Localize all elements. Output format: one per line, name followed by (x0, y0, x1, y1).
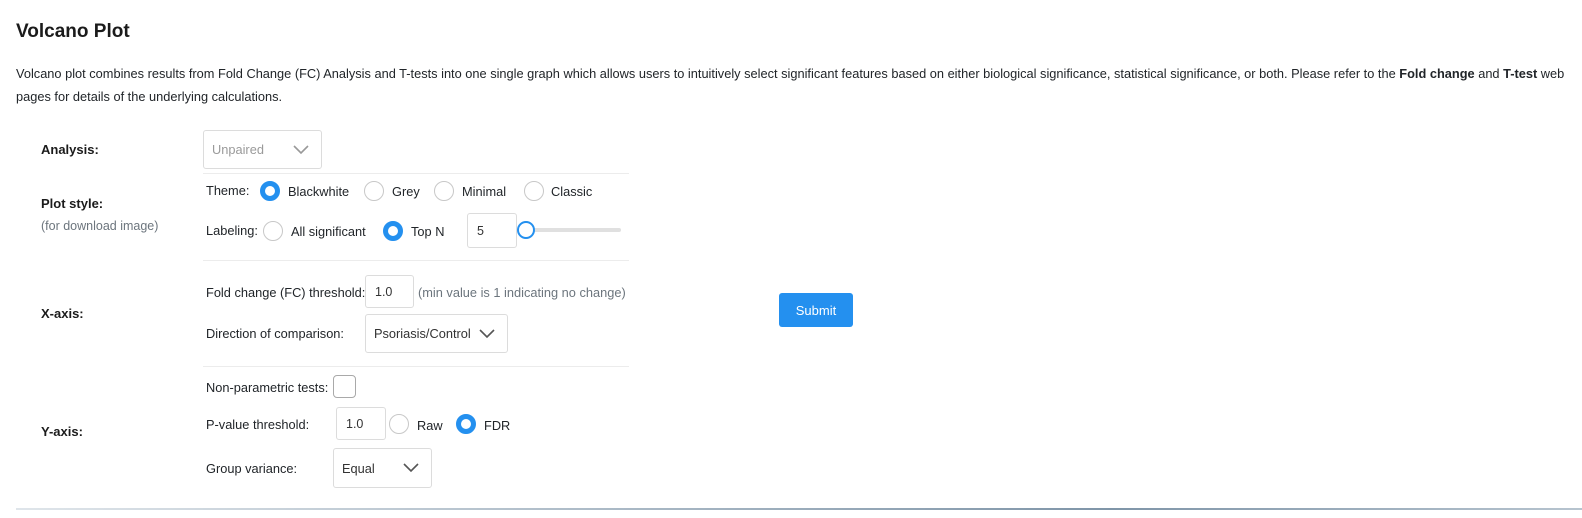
divider (203, 173, 629, 174)
theme-classic-label: Classic (551, 184, 593, 199)
theme-minimal-radio[interactable] (434, 181, 454, 201)
direction-value: Psoriasis/Control (374, 326, 471, 341)
plot-style-label: Plot style: (41, 196, 104, 211)
pvalue-input[interactable]: 1.0 (336, 407, 386, 440)
plot-style-sublabel: (for download image) (41, 219, 159, 233)
pvalue-fdr-label: FDR (484, 418, 511, 433)
fc-threshold-label: Fold change (FC) threshold: (206, 285, 366, 300)
labeling-all-significant-radio[interactable] (263, 221, 283, 241)
nonparam-label: Non-parametric tests: (206, 380, 329, 395)
page-description: Volcano plot combines results from Fold … (16, 66, 1565, 104)
analysis-select[interactable]: Unpaired (203, 130, 322, 169)
divider (203, 366, 629, 367)
divider (203, 260, 629, 261)
direction-label: Direction of comparison: (206, 326, 344, 341)
top-n-input[interactable]: 5 (467, 213, 517, 248)
theme-classic-radio[interactable] (524, 181, 544, 201)
direction-select[interactable]: Psoriasis/Control (365, 314, 508, 353)
top-n-slider-track[interactable] (528, 228, 621, 232)
submit-button[interactable]: Submit (779, 293, 853, 327)
chevron-down-icon (403, 463, 419, 473)
theme-blackwhite-radio[interactable] (260, 181, 280, 201)
theme-blackwhite-label: Blackwhite (288, 184, 350, 199)
fc-threshold-input[interactable]: 1.0 (365, 275, 414, 308)
nonparam-checkbox[interactable] (333, 375, 356, 398)
y-axis-label: Y-axis: (41, 424, 83, 439)
theme-label: Theme: (206, 183, 250, 198)
bottom-divider (16, 508, 1582, 510)
fold-change-link[interactable]: Fold change (1399, 66, 1474, 81)
variance-select[interactable]: Equal (333, 448, 432, 488)
variance-value: Equal (342, 460, 375, 476)
fc-threshold-hint: (min value is 1 indicating no change) (418, 285, 626, 300)
pvalue-fdr-radio[interactable] (456, 414, 476, 434)
pvalue-raw-radio[interactable] (389, 414, 409, 434)
x-axis-label: X-axis: (41, 306, 84, 321)
theme-minimal-label: Minimal (462, 184, 507, 199)
chevron-down-icon (479, 328, 495, 338)
theme-grey-radio[interactable] (364, 181, 384, 201)
analysis-label: Analysis: (41, 142, 99, 157)
variance-label: Group variance: (206, 461, 298, 476)
top-n-slider-handle[interactable] (517, 221, 535, 239)
ttest-link[interactable]: T-test (1503, 66, 1537, 81)
labeling-top-n-label: Top N (411, 224, 445, 239)
pvalue-label: P-value threshold: (206, 417, 310, 432)
pvalue-raw-label: Raw (417, 418, 443, 433)
labeling-top-n-radio[interactable] (383, 221, 403, 241)
chevron-down-icon (293, 144, 309, 154)
theme-grey-label: Grey (392, 184, 420, 199)
labeling-label: Labeling: (206, 223, 258, 238)
labeling-all-significant-label: All significant (291, 224, 366, 239)
page-title: Volcano Plot (16, 21, 130, 42)
analysis-value: Unpaired (212, 142, 264, 157)
